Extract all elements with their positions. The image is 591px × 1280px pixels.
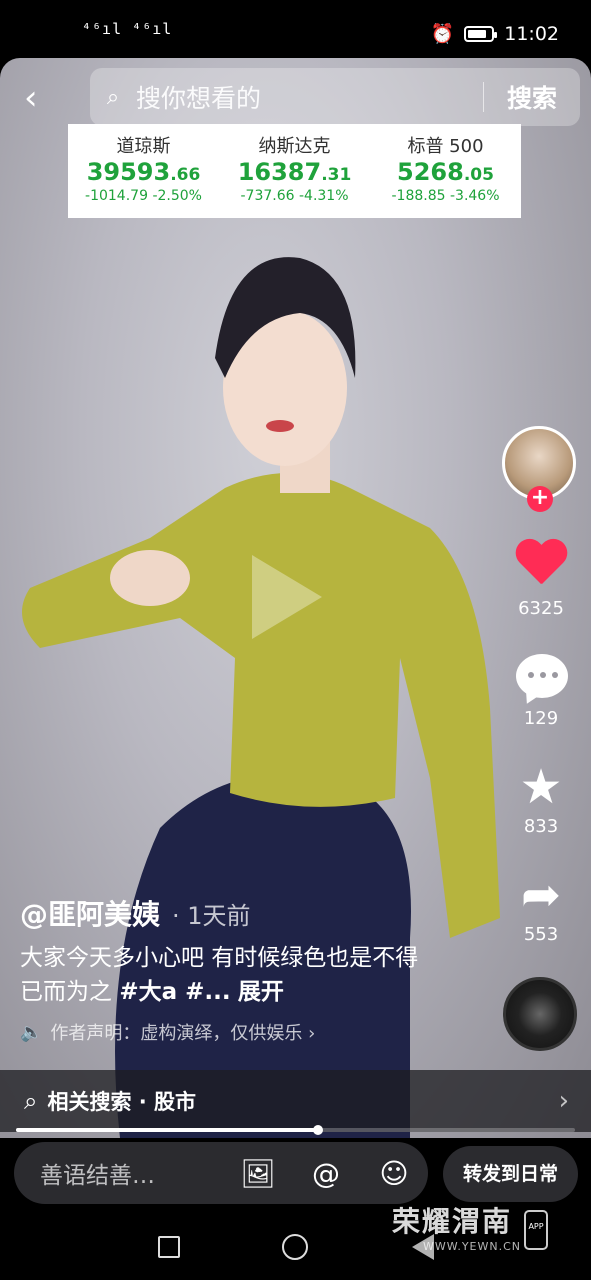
ticker-value: 16387.31 xyxy=(237,158,352,186)
post-time: · 1天前 xyxy=(172,902,251,930)
comment-input[interactable]: 善语结善… xyxy=(40,1156,224,1190)
ticker-name: 纳斯达克 xyxy=(258,136,331,157)
ticker-dow: 道琼斯 39593.66 -1014.79 -2.50% xyxy=(68,124,219,218)
comment-count: 129 xyxy=(523,708,559,729)
home-icon[interactable] xyxy=(282,1234,308,1260)
signal-icon: ⁴⁶ıl ⁴⁶ıl xyxy=(82,20,173,38)
status-right: ⏰ 11:02 xyxy=(430,22,559,46)
chevron-right-icon: › xyxy=(558,1086,569,1116)
progress-fill xyxy=(16,1128,318,1132)
caption-text: 大家今天多小心吧 有时候绿色也是不得已而为之 #大a #... 展开 xyxy=(20,945,419,1005)
search-button[interactable]: 搜索 xyxy=(484,79,580,115)
ticker-nasdaq: 纳斯达克 16387.31 -737.66 -4.31% xyxy=(219,124,370,218)
related-search-bar[interactable]: ⌕ 相关搜索 · 股市 › xyxy=(0,1070,591,1132)
share-button[interactable]: ➦ 553 xyxy=(501,866,581,946)
back-button[interactable]: ‹ xyxy=(24,78,56,118)
search-icon: ⌕ xyxy=(106,84,120,110)
image-icon[interactable]: 🖼 xyxy=(224,1157,292,1190)
ticker-change: -188.85 -3.46% xyxy=(391,188,500,204)
ticker-value: 5268.05 xyxy=(397,158,494,186)
favorite-count: 833 xyxy=(523,816,559,837)
ticker-change: -737.66 -4.31% xyxy=(240,188,349,204)
expand-button[interactable]: 展开 xyxy=(238,979,284,1005)
share-arrow-icon: ➦ xyxy=(520,867,562,923)
hashtag-link[interactable]: #大a #... xyxy=(119,979,230,1005)
stock-ticker: 道琼斯 39593.66 -1014.79 -2.50% 纳斯达克 16387.… xyxy=(68,124,521,218)
video-progress-bar[interactable] xyxy=(16,1125,575,1135)
follow-plus-icon[interactable]: + xyxy=(527,486,553,512)
like-count-wrap: 6325 xyxy=(501,598,581,620)
play-icon[interactable] xyxy=(252,555,322,639)
ticker-name: 道琼斯 xyxy=(116,136,171,157)
speaker-icon: 🔈 xyxy=(20,1021,43,1043)
comment-input-bar[interactable]: 善语结善… 🖼 @ ☺ xyxy=(14,1142,428,1204)
related-search-label: 相关搜索 · 股市 xyxy=(47,1090,197,1114)
battery-icon xyxy=(464,25,498,42)
comment-icon xyxy=(528,672,558,678)
clock: 11:02 xyxy=(504,22,559,45)
author-name[interactable]: @匪阿美姨 xyxy=(20,898,160,931)
share-to-daily-button[interactable]: 转发到日常 xyxy=(443,1146,578,1202)
recent-apps-icon[interactable] xyxy=(158,1236,180,1258)
music-disc-icon[interactable] xyxy=(503,977,577,1051)
figure-lips xyxy=(266,420,294,432)
status-bar: ⁴⁶ıl ⁴⁶ıl ⏰ 11:02 xyxy=(0,0,591,58)
heart-icon xyxy=(514,540,568,590)
favorite-button[interactable]: ★ 833 xyxy=(501,758,581,838)
ticker-sp500: 标普 500 5268.05 -188.85 -3.46% xyxy=(370,124,521,218)
video-caption: @匪阿美姨 · 1天前 大家今天多小心吧 有时候绿色也是不得已而为之 #大a #.… xyxy=(20,893,490,1045)
comment-button[interactable] xyxy=(516,654,568,698)
ticker-name: 标普 500 xyxy=(407,136,484,157)
author-disclaimer[interactable]: 🔈 作者声明：虚构演绎，仅供娱乐 › xyxy=(20,1019,490,1045)
author-line: @匪阿美姨 · 1天前 xyxy=(20,893,490,933)
ticker-value: 39593.66 xyxy=(86,158,201,186)
search-icon: ⌕ xyxy=(24,1087,38,1115)
search-bar[interactable]: ⌕ 搜你想看的 搜索 xyxy=(90,68,580,126)
share-count: 553 xyxy=(523,924,559,945)
like-count: 6325 xyxy=(518,598,564,619)
like-button[interactable] xyxy=(514,540,568,590)
ticker-change: -1014.79 -2.50% xyxy=(85,188,202,204)
comment-count-wrap: 129 xyxy=(501,708,581,730)
emoji-icon[interactable]: ☺ xyxy=(360,1157,428,1190)
progress-knob[interactable] xyxy=(312,1125,323,1135)
at-mention-icon[interactable]: @ xyxy=(292,1157,360,1190)
figure-hand xyxy=(110,550,190,606)
alarm-icon: ⏰ xyxy=(430,23,455,45)
watermark-app-icon: APP xyxy=(524,1210,548,1250)
star-icon: ★ xyxy=(519,759,563,815)
search-input[interactable]: 搜你想看的 xyxy=(136,79,483,115)
